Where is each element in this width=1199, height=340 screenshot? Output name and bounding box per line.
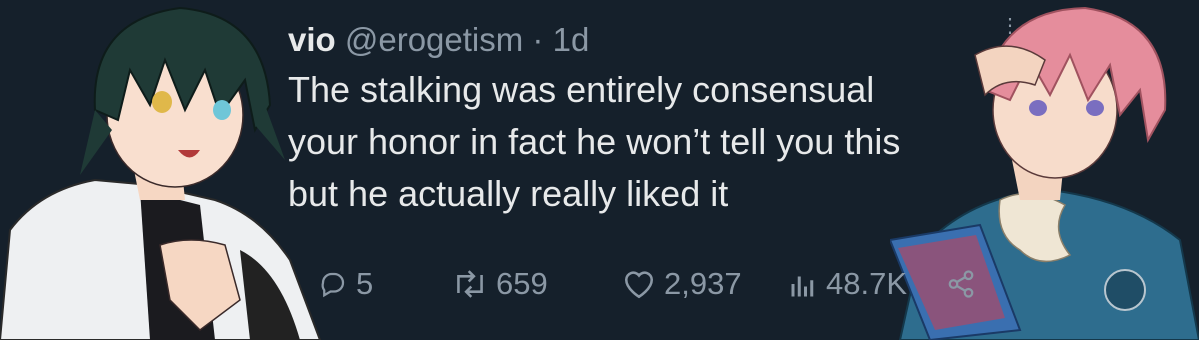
share-icon <box>948 270 974 298</box>
left-character-illustration <box>0 6 322 340</box>
tweet-text-line: your honor in fact he won’t tell you thi… <box>288 121 901 162</box>
reply-count: 5 <box>356 266 374 301</box>
view-count: 48.7K <box>826 266 908 301</box>
views-icon <box>791 276 814 297</box>
views-button[interactable]: 48.7K <box>788 262 907 306</box>
retweet-count: 659 <box>496 266 548 301</box>
like-button[interactable]: 2,937 <box>622 262 742 306</box>
timestamp[interactable]: 1d <box>553 21 590 58</box>
reply-button[interactable]: 5 <box>318 262 373 306</box>
tweet-text-line: but he actually really liked it <box>288 173 729 214</box>
share-button[interactable] <box>946 262 976 306</box>
handle[interactable]: @erogetism <box>345 21 523 58</box>
display-name[interactable]: vio <box>288 21 336 58</box>
heart-icon <box>624 271 654 299</box>
like-count: 2,937 <box>664 266 742 301</box>
tweet-header: vio @erogetism · 1d <box>288 18 1008 62</box>
separator-dot: · <box>532 21 544 58</box>
tweet-text: The stalking was entirely consensual you… <box>288 64 1008 220</box>
tweet: vio @erogetism · 1d The stalking was ent… <box>288 18 1008 220</box>
reply-icon <box>321 272 345 298</box>
retweet-icon <box>457 270 483 298</box>
retweet-button[interactable]: 659 <box>452 262 548 306</box>
tweet-text-line: The stalking was entirely consensual <box>288 69 875 110</box>
